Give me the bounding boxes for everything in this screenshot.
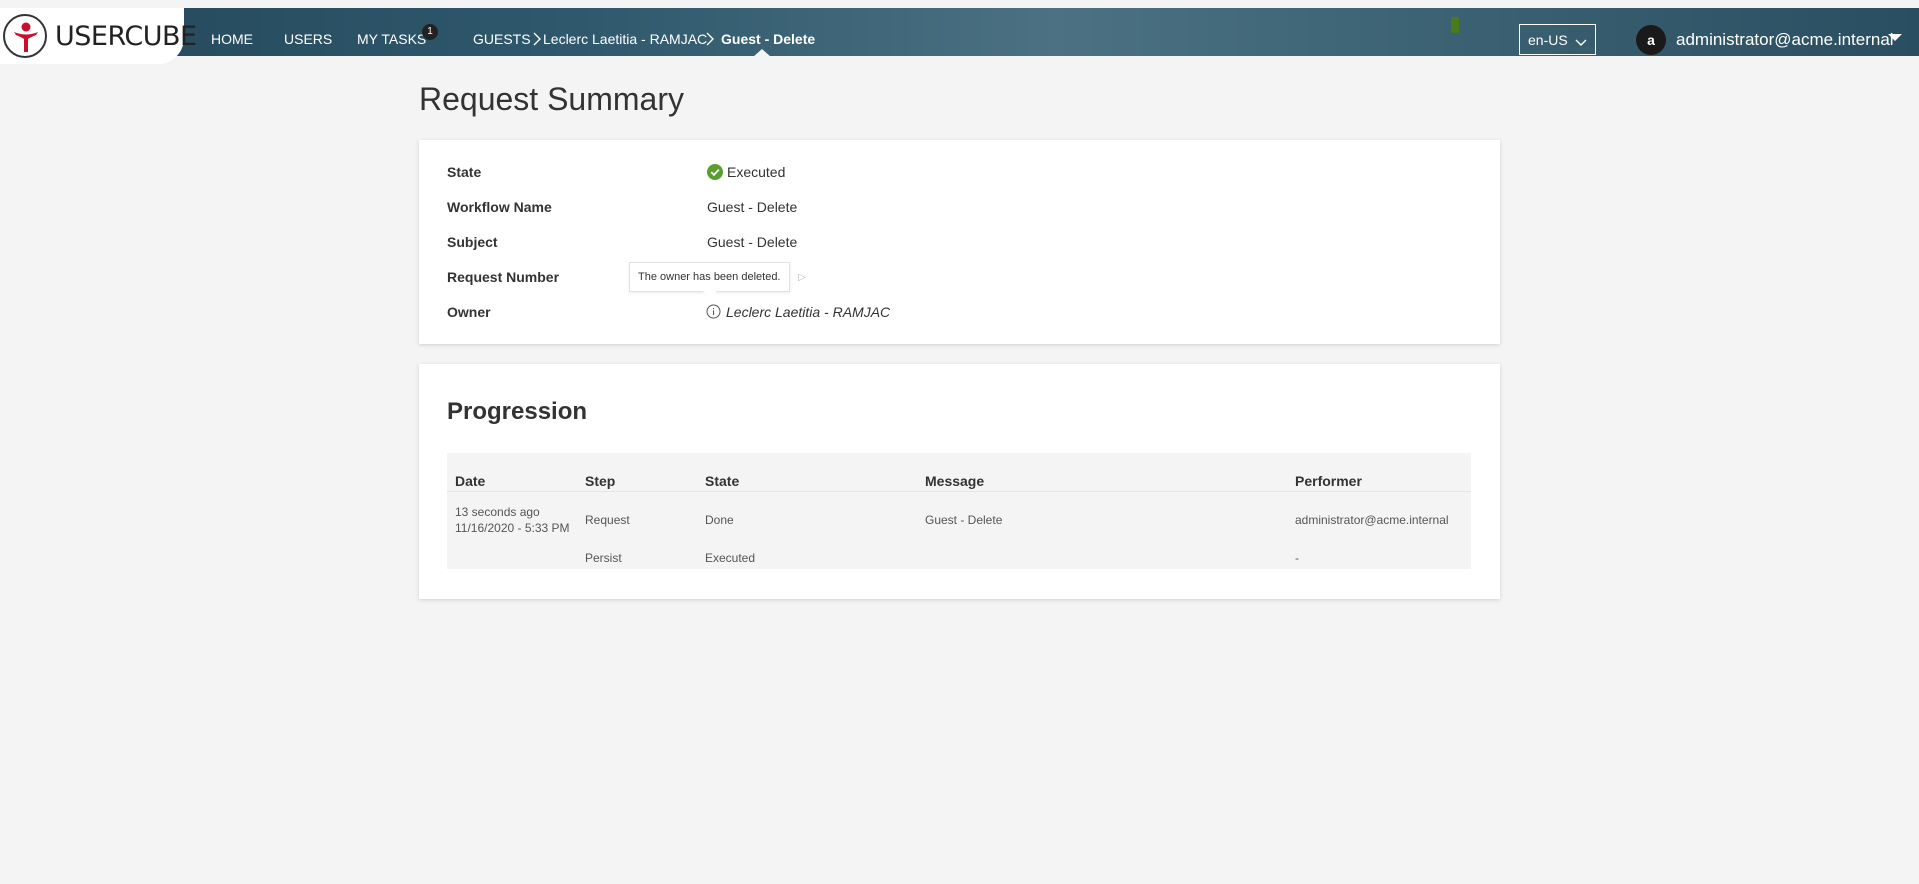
nav-my-tasks[interactable]: MY TASKS — [357, 32, 426, 46]
row-2-state: Executed — [705, 551, 756, 565]
owner-label: Owner — [447, 304, 491, 320]
row-1-step: Request — [585, 513, 630, 527]
breadcrumb-guest-name[interactable]: Leclerc Laetitia - RAMJAC — [543, 32, 707, 46]
usercube-logo-icon — [3, 14, 47, 58]
caret-down-icon[interactable] — [1888, 34, 1902, 41]
owner-value[interactable]: Leclerc Laetitia - RAMJAC — [726, 305, 890, 319]
status-indicator — [1451, 17, 1459, 33]
chevron-right-icon — [706, 32, 714, 51]
top-navigation-bar: USERCUBE HOME USERS MY TASKS 1 GUESTS Le… — [0, 8, 1919, 64]
chevron-right-icon — [533, 32, 541, 51]
column-header-message[interactable]: Message — [925, 474, 984, 488]
row-1-date: 11/16/2020 - 5:33 PM — [455, 521, 570, 535]
row-1-message: Guest - Delete — [925, 513, 1003, 527]
state-value: Executed — [727, 164, 786, 180]
progression-table: Date Step State Message Performer 13 sec… — [447, 453, 1471, 569]
tooltip-arrow — [703, 291, 717, 298]
active-breadcrumb-pointer — [753, 49, 771, 57]
row-1-date-relative: 13 seconds ago — [455, 505, 540, 519]
workflow-name-label: Workflow Name — [447, 199, 552, 215]
user-name[interactable]: administrator@acme.internal — [1676, 31, 1894, 48]
logo[interactable]: USERCUBE — [0, 8, 197, 64]
row-2-step: Persist — [585, 551, 622, 565]
request-number-label: Request Number — [447, 269, 560, 285]
workflow-name-value: Guest - Delete — [707, 199, 798, 215]
row-2-performer: - — [1295, 551, 1299, 565]
column-header-step[interactable]: Step — [585, 474, 615, 488]
tasks-count-badge: 1 — [422, 24, 438, 40]
row-1-state: Done — [705, 513, 734, 527]
subject-label: Subject — [447, 234, 498, 250]
nav-home[interactable]: HOME — [211, 32, 253, 46]
request-summary-card: State Executed Workflow Name Guest - Del… — [419, 140, 1500, 344]
progression-title: Progression — [447, 398, 588, 425]
page-title: Request Summary — [419, 81, 684, 117]
subject-value: Guest - Delete — [707, 234, 798, 250]
table-header-divider — [447, 491, 1471, 492]
breadcrumb-current: Guest - Delete — [721, 31, 816, 47]
column-header-state[interactable]: State — [705, 474, 739, 488]
row-1-performer: administrator@acme.internal — [1295, 513, 1449, 527]
state-label: State — [447, 164, 482, 180]
progression-card: Progression Date Step State Message Perf… — [419, 364, 1500, 599]
language-select[interactable]: en-US — [1519, 24, 1596, 55]
column-header-performer[interactable]: Performer — [1295, 474, 1362, 488]
check-circle-icon — [707, 164, 723, 180]
language-value: en-US — [1528, 32, 1568, 48]
chevron-down-icon — [1575, 34, 1587, 50]
avatar[interactable]: a — [1636, 25, 1666, 55]
ghost-pointer-icon: ▷ — [798, 272, 806, 283]
owner-deleted-tooltip: The owner has been deleted. — [629, 262, 790, 292]
info-icon[interactable] — [706, 304, 721, 319]
column-header-date[interactable]: Date — [455, 474, 485, 488]
breadcrumb-guests[interactable]: GUESTS — [473, 32, 531, 46]
logo-text: USERCUBE — [55, 21, 197, 52]
nav-users[interactable]: USERS — [284, 32, 332, 46]
